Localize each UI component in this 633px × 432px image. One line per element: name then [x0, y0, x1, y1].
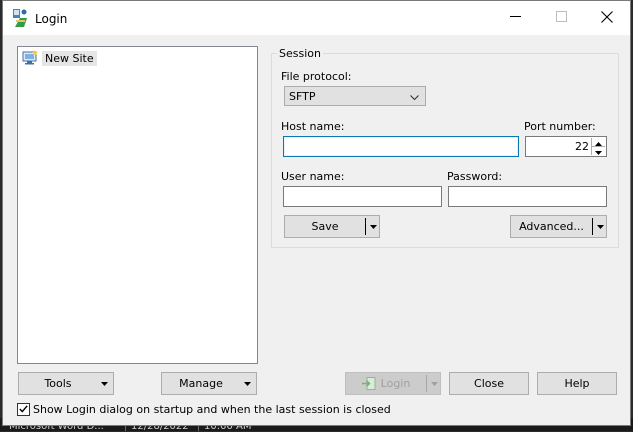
tools-button-label: Tools: [44, 377, 72, 390]
site-tree[interactable]: New Site: [17, 46, 258, 364]
maximize-button[interactable]: [538, 1, 584, 35]
password-label: Password:: [447, 170, 503, 183]
show-login-option[interactable]: Show Login dialog on startup and when th…: [17, 403, 391, 416]
show-login-checkbox-label: Show Login dialog on startup and when th…: [33, 403, 391, 416]
site-tree-item-new-site[interactable]: New Site: [22, 49, 97, 68]
show-login-checkbox[interactable]: [17, 403, 30, 416]
password-input[interactable]: [448, 186, 607, 207]
file-protocol-value: SFTP: [289, 89, 316, 103]
advanced-button[interactable]: Advanced...: [511, 216, 592, 237]
login-dropdown-arrow-icon[interactable]: [427, 373, 441, 394]
port-number-label: Port number:: [524, 120, 596, 133]
tools-menu-button[interactable]: Tools: [18, 372, 114, 395]
login-dialog: Login New Site Session File protocol: SF…: [2, 0, 631, 426]
save-dropdown-arrow-icon[interactable]: [366, 216, 380, 237]
minimize-button[interactable]: [492, 1, 538, 35]
minimize-icon: [509, 11, 521, 25]
port-number-stepper[interactable]: 22: [525, 136, 607, 157]
host-name-label: Host name:: [281, 120, 345, 133]
file-protocol-label: File protocol:: [281, 70, 352, 83]
site-tree-item-label: New Site: [42, 51, 97, 66]
manage-menu-button[interactable]: Manage: [161, 372, 257, 395]
new-site-computer-icon: [22, 49, 39, 68]
close-button[interactable]: Close: [449, 372, 529, 395]
triangle-down-icon: [240, 373, 254, 394]
close-window-button[interactable]: [584, 1, 630, 35]
chevron-down-icon: [410, 91, 419, 104]
help-button[interactable]: Help: [537, 372, 617, 395]
checkmark-icon: [19, 403, 28, 416]
session-group-label: Session: [277, 47, 323, 60]
maximize-icon: [555, 11, 567, 25]
user-name-label: User name:: [281, 170, 345, 183]
spin-down-button[interactable]: [592, 147, 605, 155]
login-split-button[interactable]: Login: [345, 372, 441, 395]
advanced-dropdown-arrow-icon[interactable]: [593, 216, 607, 237]
winscp-app-icon: [12, 8, 30, 31]
user-name-input[interactable]: [283, 186, 442, 207]
manage-button-label: Manage: [179, 377, 223, 390]
login-button-label: Login: [380, 377, 411, 390]
login-icon: [361, 377, 376, 390]
close-icon: [601, 10, 613, 26]
port-number-value: 22: [575, 140, 589, 153]
triangle-down-icon: [595, 145, 602, 158]
file-protocol-select[interactable]: SFTP: [284, 86, 426, 106]
triangle-down-icon: [97, 373, 111, 394]
window-title: Login: [35, 12, 68, 26]
host-name-input[interactable]: [283, 136, 519, 157]
title-bar[interactable]: Login: [3, 1, 630, 35]
save-button[interactable]: Save: [285, 216, 365, 237]
advanced-split-button[interactable]: Advanced...: [510, 215, 607, 238]
save-split-button[interactable]: Save: [284, 215, 380, 238]
port-spin-buttons: [591, 138, 605, 155]
login-button[interactable]: Login: [346, 373, 426, 394]
